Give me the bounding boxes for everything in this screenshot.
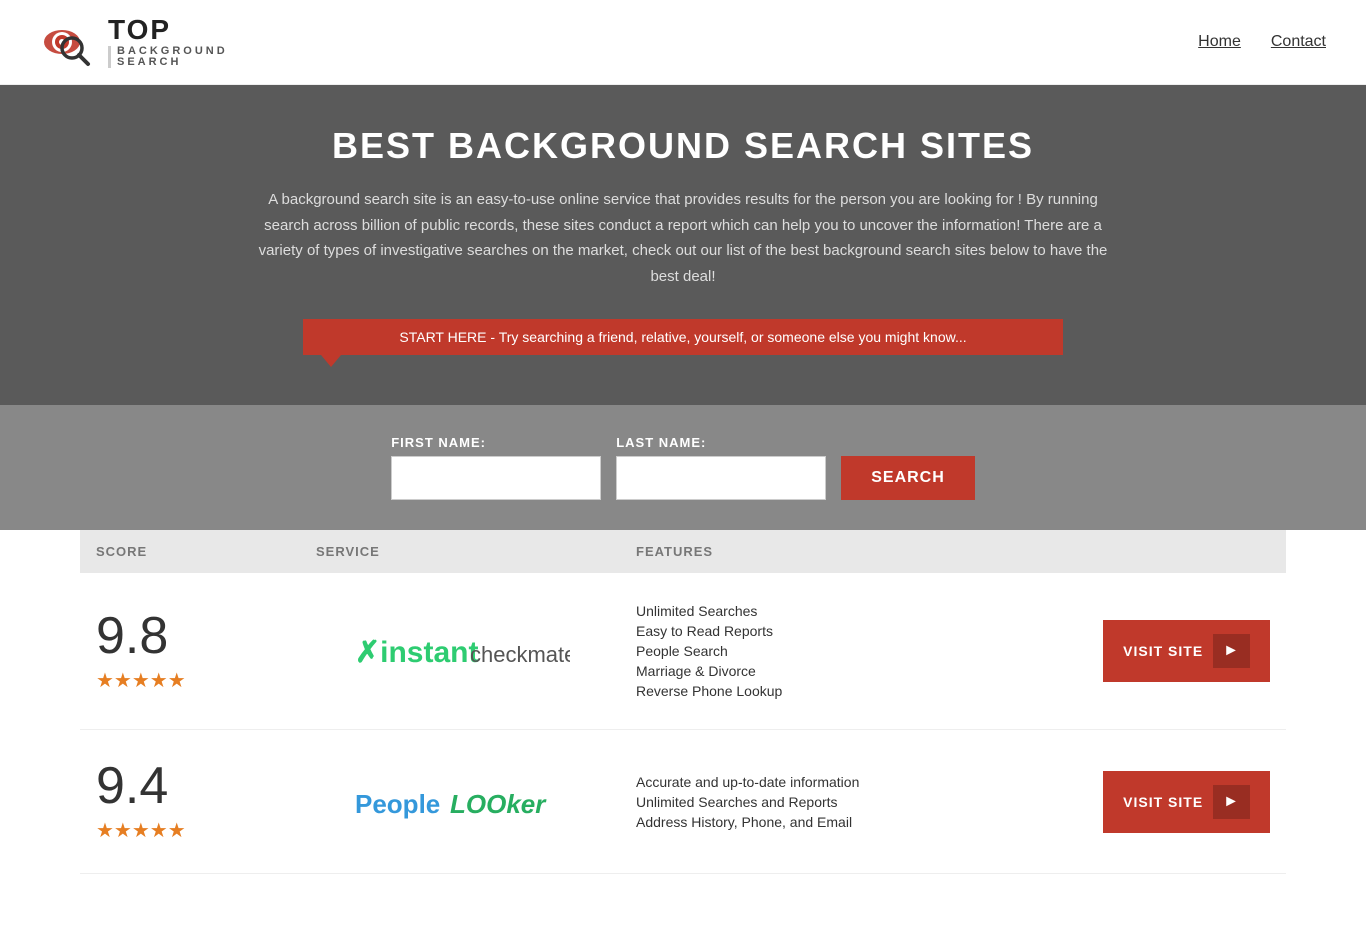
service-logo: ✗instant checkmate (316, 626, 604, 676)
service-cell: People LOOker (300, 730, 620, 874)
col-features: FEATURES (620, 530, 1087, 573)
results-section: SCORE SERVICE FEATURES 9.8 ★★★★★ ✗instan… (0, 530, 1366, 934)
score-number: 9.8 (96, 610, 284, 662)
svg-text:✗instant: ✗instant (355, 636, 478, 669)
main-nav: Home Contact (1198, 33, 1326, 51)
hero-title: BEST BACKGROUND SEARCH SITES (80, 125, 1286, 167)
svg-text:LOOker: LOOker (450, 789, 547, 819)
arrow-icon: ► (1213, 785, 1250, 819)
checkmate-logo-svg: ✗instant checkmate (350, 626, 570, 676)
star-rating: ★★★★★ (96, 818, 284, 843)
feature-item: Address History, Phone, and Email (636, 814, 1071, 830)
feature-item: Easy to Read Reports (636, 623, 1071, 639)
callout-bar: START HERE - Try searching a friend, rel… (303, 319, 1063, 355)
logo: TOP BACKGROUNDSEARCH (40, 12, 228, 72)
feature-item: Reverse Phone Lookup (636, 683, 1071, 699)
search-button[interactable]: SEARCH (841, 456, 975, 500)
results-table: SCORE SERVICE FEATURES 9.8 ★★★★★ ✗instan… (80, 530, 1286, 874)
last-name-label: LAST NAME: (616, 435, 826, 450)
visit-site-button[interactable]: VISIT SITE ► (1103, 620, 1270, 682)
star-rating: ★★★★★ (96, 668, 284, 693)
logo-icon (40, 12, 100, 72)
score-cell: 9.8 ★★★★★ (80, 573, 300, 730)
table-row: 9.8 ★★★★★ ✗instant checkmate Unlimited S… (80, 573, 1286, 730)
search-form: FIRST NAME: LAST NAME: SEARCH (0, 435, 1366, 500)
features-cell: Unlimited Searches Easy to Read Reports Pe… (620, 573, 1087, 730)
service-logo: People LOOker (316, 777, 604, 827)
action-cell: VISIT SITE ► (1087, 730, 1286, 874)
svg-text:checkmate: checkmate (470, 642, 570, 667)
logo-top-text: TOP (108, 16, 228, 44)
peoplelooker-logo-svg: People LOOker (350, 777, 570, 827)
logo-bottom-text: BACKGROUNDSEARCH (108, 46, 228, 68)
col-action (1087, 530, 1286, 573)
table-body: 9.8 ★★★★★ ✗instant checkmate Unlimited S… (80, 573, 1286, 874)
score-cell: 9.4 ★★★★★ (80, 730, 300, 874)
feature-item: Unlimited Searches and Reports (636, 794, 1071, 810)
first-name-label: FIRST NAME: (391, 435, 601, 450)
last-name-input[interactable] (616, 456, 826, 500)
first-name-input[interactable] (391, 456, 601, 500)
logo-text: TOP BACKGROUNDSEARCH (108, 16, 228, 68)
table-header: SCORE SERVICE FEATURES (80, 530, 1286, 573)
hero-description: A background search site is an easy-to-u… (253, 187, 1113, 289)
feature-item: Unlimited Searches (636, 603, 1071, 619)
visit-site-label: VISIT SITE (1123, 794, 1203, 810)
visit-site-button[interactable]: VISIT SITE ► (1103, 771, 1270, 833)
feature-item: People Search (636, 643, 1071, 659)
arrow-icon: ► (1213, 634, 1250, 668)
col-score: SCORE (80, 530, 300, 573)
search-section: FIRST NAME: LAST NAME: SEARCH (0, 405, 1366, 530)
svg-text:People: People (355, 789, 440, 819)
visit-site-label: VISIT SITE (1123, 643, 1203, 659)
table-row: 9.4 ★★★★★ People LOOker Accurate and up-… (80, 730, 1286, 874)
hero-section: BEST BACKGROUND SEARCH SITES A backgroun… (0, 85, 1366, 405)
features-cell: Accurate and up-to-date information Unlim… (620, 730, 1087, 874)
col-service: SERVICE (300, 530, 620, 573)
last-name-group: LAST NAME: (616, 435, 826, 500)
first-name-group: FIRST NAME: (391, 435, 601, 500)
action-cell: VISIT SITE ► (1087, 573, 1286, 730)
feature-item: Accurate and up-to-date information (636, 774, 1071, 790)
service-cell: ✗instant checkmate (300, 573, 620, 730)
header: TOP BACKGROUNDSEARCH Home Contact (0, 0, 1366, 85)
nav-home[interactable]: Home (1198, 33, 1241, 51)
feature-item: Marriage & Divorce (636, 663, 1071, 679)
nav-contact[interactable]: Contact (1271, 33, 1326, 51)
